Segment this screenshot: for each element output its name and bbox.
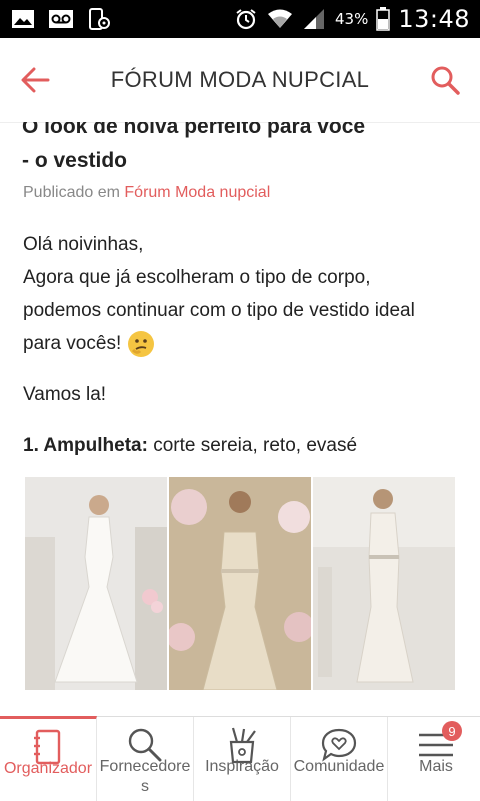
body-line: Vamos la! bbox=[23, 384, 107, 405]
search-button[interactable] bbox=[410, 38, 480, 122]
alarm-icon bbox=[233, 8, 259, 30]
page-title: FÓRUM MODA NUPCIAL bbox=[110, 67, 370, 92]
dress-photos[interactable] bbox=[25, 477, 455, 690]
app-bar: FÓRUM MODA NUPCIAL bbox=[0, 38, 480, 123]
post-body: Olá noivinhas, Agora que já escolheram o… bbox=[0, 228, 480, 462]
nav-organizador[interactable]: Organizador bbox=[0, 716, 97, 801]
post-meta: Publicado em Fórum Moda nupcial bbox=[0, 184, 480, 202]
nav-fornecedores[interactable]: Fornecedores bbox=[97, 717, 194, 801]
body-line: Agora que já escolheram o tipo de corpo, bbox=[23, 267, 371, 288]
nav-label: Organizador bbox=[3, 760, 93, 777]
voicemail-icon bbox=[48, 8, 74, 30]
battery-icon bbox=[376, 7, 391, 31]
notification-badge: 9 bbox=[442, 721, 462, 741]
status-bar: 43% 13:48 bbox=[0, 0, 480, 38]
post-content[interactable]: O look de noiva perfeito para você - o v… bbox=[0, 122, 480, 716]
battery-percent: 43% bbox=[334, 10, 369, 28]
body-line: podemos continuar com o tipo de vestido … bbox=[23, 300, 415, 321]
section-heading: 1. Ampulheta: bbox=[23, 435, 148, 456]
section-text: corte sereia, reto, evasé bbox=[147, 435, 358, 456]
image-icon bbox=[10, 8, 36, 30]
nav-label: Inspiração bbox=[205, 758, 279, 775]
body-line: para vocês! bbox=[23, 333, 122, 354]
dress-photo-2[interactable] bbox=[169, 477, 311, 690]
meta-prefix: Publicado em bbox=[23, 184, 120, 201]
body-line: Olá noivinhas, bbox=[23, 234, 144, 255]
nav-mais[interactable]: 9 Mais bbox=[388, 717, 480, 801]
search-icon bbox=[431, 66, 460, 95]
back-button[interactable] bbox=[0, 38, 70, 122]
post-title-line2: - o vestido bbox=[22, 149, 128, 172]
clock: 13:48 bbox=[398, 5, 470, 33]
thinking-face-emoji bbox=[127, 330, 155, 358]
body-line-with-emoji: para vocês! bbox=[23, 327, 457, 360]
wifi-icon bbox=[267, 8, 293, 30]
post-title-line1: O look de noiva perfeito para você bbox=[22, 122, 366, 138]
bottom-navigation: Organizador Fornecedores Inspiração Comu… bbox=[0, 716, 480, 801]
dress-photo-1[interactable] bbox=[25, 477, 167, 690]
nav-label: Mais bbox=[419, 758, 453, 775]
post-title: O look de noiva perfeito para você - o v… bbox=[0, 122, 480, 178]
nav-comunidade[interactable]: Comunidade bbox=[291, 717, 388, 801]
nav-inspiracao[interactable]: Inspiração bbox=[194, 717, 291, 801]
section-line: 1. Ampulheta: corte sereia, reto, evasé bbox=[23, 429, 457, 462]
nav-label: Comunidade bbox=[293, 758, 385, 775]
dress-photo-3[interactable] bbox=[313, 477, 455, 690]
signal-icon bbox=[301, 8, 327, 30]
phone-settings-icon bbox=[86, 8, 112, 30]
forum-link[interactable]: Fórum Moda nupcial bbox=[124, 184, 270, 201]
nav-label: Fornecedores bbox=[99, 758, 191, 795]
arrow-left-icon bbox=[21, 67, 50, 93]
